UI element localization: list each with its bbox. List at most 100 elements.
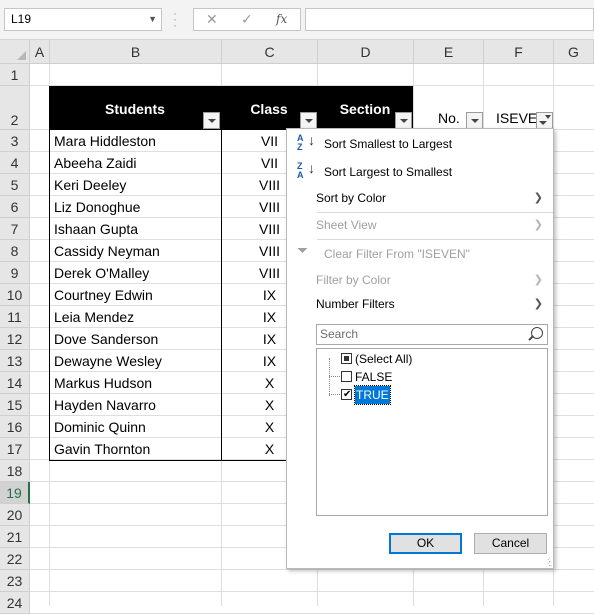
filter-value-label: FALSE bbox=[355, 370, 393, 384]
ok-button[interactable]: OK bbox=[389, 533, 462, 554]
row-header-11[interactable]: 11 bbox=[0, 306, 30, 328]
sort-by-color-item[interactable]: Sort by Color ❯ bbox=[287, 186, 553, 210]
insert-function-icon[interactable]: fx bbox=[276, 12, 287, 26]
cell-student[interactable]: Dove Sanderson bbox=[54, 328, 158, 350]
filter-dropdown-section[interactable] bbox=[395, 112, 412, 129]
column-header-a[interactable]: A bbox=[30, 40, 50, 64]
row-header-2[interactable]: 2 bbox=[0, 86, 30, 130]
row-header-16[interactable]: 16 bbox=[0, 416, 30, 438]
sort-descending-item[interactable]: Z A ↓ Sort Largest to Smallest bbox=[287, 160, 553, 184]
name-box-dropdown-icon[interactable]: ▼ bbox=[148, 9, 157, 30]
row-header-18[interactable]: 18 bbox=[0, 460, 30, 482]
filter-value-label: (Select All) bbox=[355, 352, 413, 366]
clear-filter-item: ⏷ Clear Filter From "ISEVEN" bbox=[287, 242, 553, 266]
formula-input[interactable] bbox=[305, 8, 594, 31]
filter-values-list[interactable]: (Select All) FALSETRUE bbox=[316, 348, 548, 516]
filter-search-input[interactable]: Search bbox=[316, 324, 548, 345]
column-header-b[interactable]: B bbox=[50, 40, 222, 64]
sheet-view-label: Sheet View bbox=[316, 218, 377, 232]
row-header-3[interactable]: 3 bbox=[0, 130, 30, 152]
formula-buttons: ✕ ✓ fx bbox=[193, 8, 301, 31]
cell-student[interactable]: Markus Hudson bbox=[54, 372, 152, 394]
row-header-24[interactable]: 24 bbox=[0, 592, 30, 614]
name-box-value: L19 bbox=[11, 12, 32, 26]
filter-value-item[interactable]: TRUE bbox=[317, 385, 547, 405]
column-header-c[interactable]: C bbox=[222, 40, 318, 64]
sheet-view-item: Sheet View ❯ bbox=[287, 213, 553, 237]
cell-student[interactable]: Liz Donoghue bbox=[54, 196, 140, 218]
filter-checkbox[interactable] bbox=[341, 371, 352, 382]
sort-ascending-icon: A Z ↓ bbox=[297, 132, 315, 152]
row-header-7[interactable]: 7 bbox=[0, 218, 30, 240]
chevron-right-icon: ❯ bbox=[533, 192, 543, 204]
cancel-button[interactable]: Cancel bbox=[474, 533, 547, 554]
row-header-8[interactable]: 8 bbox=[0, 240, 30, 262]
cell-student[interactable]: Cassidy Neyman bbox=[54, 240, 160, 262]
name-box[interactable]: L19 ▼ bbox=[4, 8, 162, 31]
cell-student[interactable]: Mara Hiddleston bbox=[54, 130, 156, 152]
filter-value-item[interactable]: FALSE bbox=[317, 368, 547, 386]
row-header-21[interactable]: 21 bbox=[0, 526, 30, 548]
filter-dropdown-iseven[interactable] bbox=[536, 112, 553, 129]
cell-student[interactable]: Dominic Quinn bbox=[54, 416, 146, 438]
menu-separator bbox=[317, 239, 553, 240]
sort-by-color-label: Sort by Color bbox=[316, 191, 387, 205]
sort-ascending-item[interactable]: A Z ↓ Sort Smallest to Largest bbox=[287, 132, 553, 156]
number-filters-item[interactable]: Number Filters ❯ bbox=[287, 292, 553, 316]
gridline bbox=[30, 591, 594, 592]
row-header-14[interactable]: 14 bbox=[0, 372, 30, 394]
search-placeholder: Search bbox=[320, 327, 359, 341]
filter-by-color-label: Filter by Color bbox=[316, 273, 391, 287]
row-header-17[interactable]: 17 bbox=[0, 438, 30, 460]
row-header-15[interactable]: 15 bbox=[0, 394, 30, 416]
clear-filter-icon: ⏷ bbox=[297, 242, 309, 258]
row-header-20[interactable]: 20 bbox=[0, 504, 30, 526]
cell-student[interactable]: Keri Deeley bbox=[54, 174, 126, 196]
select-all-corner[interactable] bbox=[0, 40, 30, 64]
row-header-10[interactable]: 10 bbox=[0, 284, 30, 306]
row-header-22[interactable]: 22 bbox=[0, 548, 30, 570]
row-header-4[interactable]: 4 bbox=[0, 152, 30, 174]
filter-dropdown-students[interactable] bbox=[203, 112, 220, 129]
filter-checkbox[interactable] bbox=[341, 386, 352, 404]
column-header-g[interactable]: G bbox=[554, 40, 594, 64]
filter-by-color-item: Filter by Color ❯ bbox=[287, 268, 553, 292]
filter-dropdown-no[interactable] bbox=[466, 112, 483, 129]
row-header-23[interactable]: 23 bbox=[0, 570, 30, 592]
cell-student[interactable]: Hayden Navarro bbox=[54, 394, 156, 416]
cell-student[interactable]: Gavin Thornton bbox=[54, 438, 150, 460]
column-header-f[interactable]: F bbox=[484, 40, 554, 64]
cell-student[interactable]: Leia Mendez bbox=[54, 306, 134, 328]
header-no: No. bbox=[438, 110, 460, 126]
gridline bbox=[30, 569, 594, 570]
filter-checkbox[interactable] bbox=[341, 353, 352, 364]
filter-value-item[interactable]: (Select All) bbox=[317, 350, 547, 368]
enter-entry-icon[interactable]: ✓ bbox=[241, 11, 253, 28]
cancel-entry-icon[interactable]: ✕ bbox=[206, 11, 218, 28]
row-header-19[interactable]: 19 bbox=[0, 482, 30, 504]
row-header-12[interactable]: 12 bbox=[0, 328, 30, 350]
row-header-5[interactable]: 5 bbox=[0, 174, 30, 196]
cell-student[interactable]: Derek O'Malley bbox=[54, 262, 149, 284]
sort-descending-label: Sort Largest to Smallest bbox=[324, 165, 453, 179]
column-header-e[interactable]: E bbox=[414, 40, 484, 64]
clear-filter-label: Clear Filter From "ISEVEN" bbox=[324, 247, 470, 261]
formula-bar-splitter[interactable]: · · · bbox=[173, 7, 177, 31]
cell-student[interactable]: Dewayne Wesley bbox=[54, 350, 162, 372]
row-header-1[interactable]: 1 bbox=[0, 64, 30, 86]
cell-student[interactable]: Courtney Edwin bbox=[54, 284, 153, 306]
sort-descending-icon: Z A ↓ bbox=[297, 160, 315, 180]
row-header-13[interactable]: 13 bbox=[0, 350, 30, 372]
sort-ascending-label: Sort Smallest to Largest bbox=[324, 137, 453, 151]
row-header-9[interactable]: 9 bbox=[0, 262, 30, 284]
filter-dropdown-class[interactable] bbox=[300, 112, 317, 129]
header-students: Students bbox=[105, 101, 165, 117]
filter-value-label: TRUE bbox=[354, 385, 391, 405]
cell-student[interactable]: Ishaan Gupta bbox=[54, 218, 138, 240]
column-header-d[interactable]: D bbox=[318, 40, 414, 64]
chevron-right-icon: ❯ bbox=[533, 274, 543, 286]
row-header-6[interactable]: 6 bbox=[0, 196, 30, 218]
chevron-right-icon: ❯ bbox=[533, 298, 543, 310]
resize-grip-icon[interactable]: ·: ·:: bbox=[547, 556, 552, 568]
cell-student[interactable]: Abeeha Zaidi bbox=[54, 152, 137, 174]
